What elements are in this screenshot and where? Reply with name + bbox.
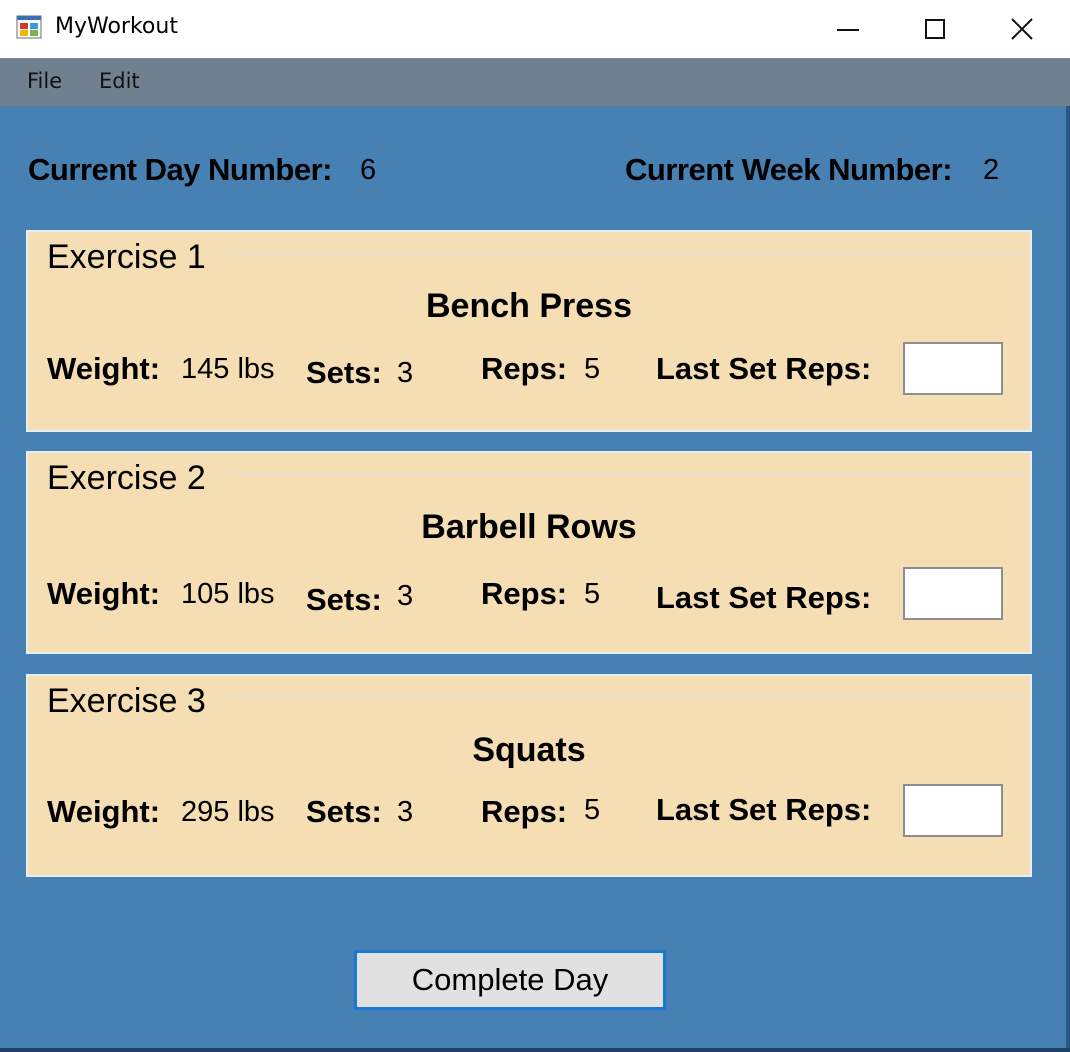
- exercise-group-1: Exercise 1 Bench Press Weight: 145 lbs S…: [26, 230, 1032, 432]
- weight-label: Weight:: [47, 576, 161, 611]
- complete-day-button[interactable]: Complete Day: [354, 950, 666, 1010]
- exercise-name: Squats: [472, 731, 586, 769]
- menu-edit[interactable]: Edit: [99, 69, 140, 93]
- app-icon: [16, 15, 42, 39]
- sets-label: Sets:: [306, 794, 382, 829]
- week-number-label: Current Week Number:: [625, 152, 953, 187]
- reps-value: 5: [584, 578, 601, 610]
- group-divider: [228, 252, 1026, 254]
- title-bar: MyWorkout: [0, 0, 1070, 58]
- last-set-reps-input[interactable]: [903, 567, 1003, 620]
- week-number-value: 2: [983, 154, 1000, 186]
- maximize-button[interactable]: [890, 0, 980, 58]
- sets-value: 3: [397, 357, 414, 389]
- menu-file[interactable]: File: [27, 69, 62, 93]
- sets-value: 3: [397, 580, 414, 612]
- reps-value: 5: [584, 353, 601, 385]
- group-divider: [228, 473, 1026, 475]
- weight-label: Weight:: [47, 351, 161, 386]
- day-number-value: 6: [360, 154, 377, 186]
- day-number-label: Current Day Number:: [28, 152, 333, 187]
- exercise-group-3: Exercise 3 Squats Weight: 295 lbs Sets: …: [26, 674, 1032, 877]
- sets-label: Sets:: [306, 355, 382, 390]
- last-set-reps-label: Last Set Reps:: [656, 351, 872, 386]
- window-title: MyWorkout: [55, 14, 178, 39]
- exercise-name: Bench Press: [426, 287, 632, 325]
- weight-value: 105 lbs: [181, 578, 275, 610]
- exercise-group-title: Exercise 2: [47, 459, 206, 497]
- last-set-reps-input[interactable]: [903, 784, 1003, 837]
- exercise-group-title: Exercise 3: [47, 682, 206, 720]
- weight-label: Weight:: [47, 794, 161, 829]
- group-divider: [228, 696, 1026, 698]
- reps-label: Reps:: [481, 576, 568, 611]
- sets-label: Sets:: [306, 582, 382, 617]
- close-button[interactable]: [977, 0, 1067, 58]
- last-set-reps-label: Last Set Reps:: [656, 580, 872, 615]
- sets-value: 3: [397, 796, 414, 828]
- weight-value: 145 lbs: [181, 353, 275, 385]
- reps-value: 5: [584, 794, 601, 826]
- window-bottom-border: [0, 1048, 1070, 1052]
- menu-bar: File Edit: [0, 58, 1070, 106]
- exercise-name: Barbell Rows: [421, 508, 637, 546]
- close-icon: [1011, 18, 1033, 40]
- weight-value: 295 lbs: [181, 796, 275, 828]
- last-set-reps-input[interactable]: [903, 342, 1003, 395]
- minimize-button[interactable]: [803, 0, 893, 58]
- last-set-reps-label: Last Set Reps:: [656, 792, 872, 827]
- exercise-group-title: Exercise 1: [47, 238, 206, 276]
- minimize-icon: [837, 29, 859, 31]
- window-right-border: [1066, 106, 1070, 1052]
- maximize-icon: [925, 19, 945, 39]
- reps-label: Reps:: [481, 351, 568, 386]
- exercise-group-2: Exercise 2 Barbell Rows Weight: 105 lbs …: [26, 451, 1032, 654]
- reps-label: Reps:: [481, 794, 568, 829]
